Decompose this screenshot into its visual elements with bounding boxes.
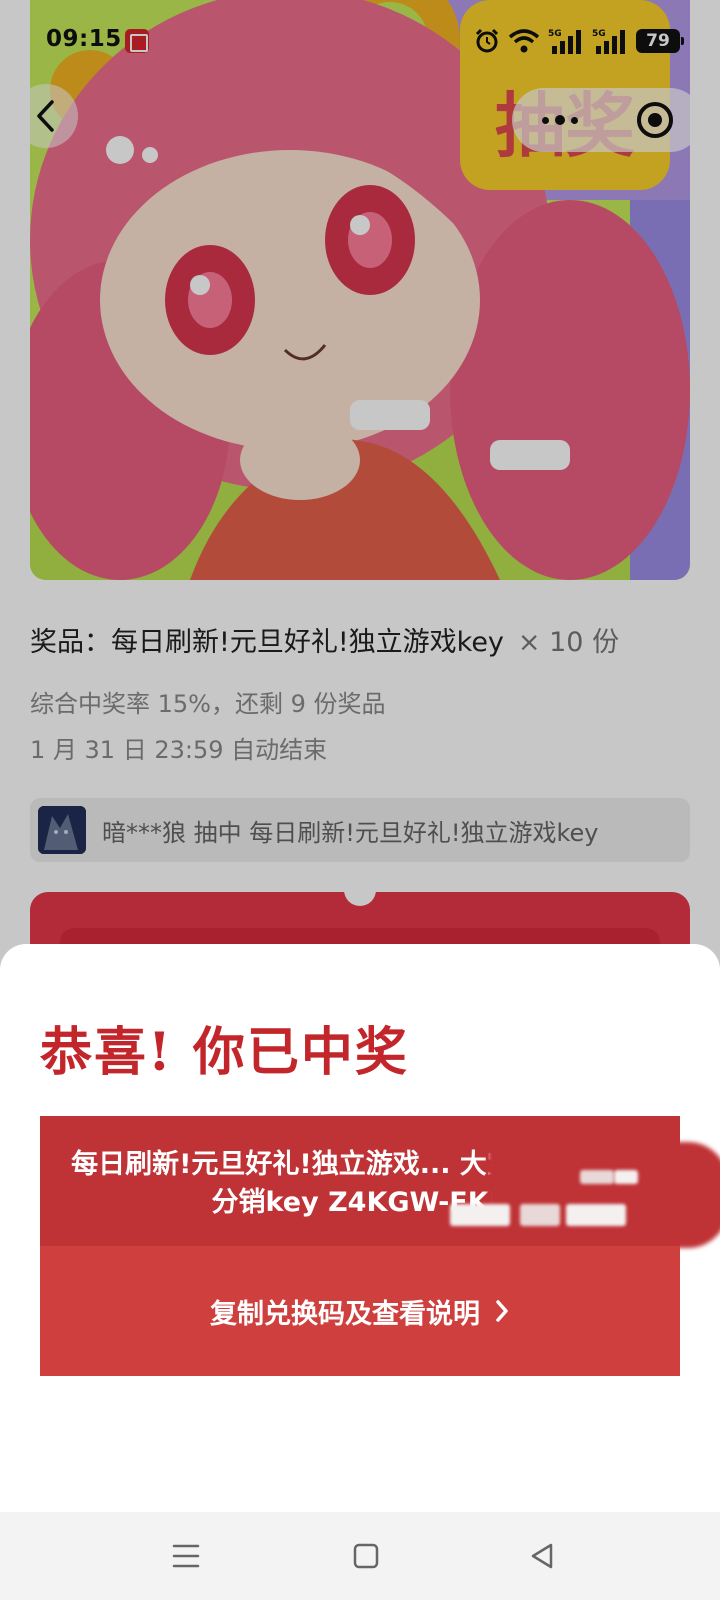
system-nav-bar — [0, 1512, 720, 1600]
system-back-button[interactable] — [512, 1530, 572, 1582]
copy-code-label: 复制兑换码及查看说明 — [210, 1298, 480, 1330]
home-button[interactable] — [336, 1530, 396, 1582]
code-blur-mask — [488, 1142, 720, 1248]
home-square-icon — [353, 1543, 379, 1569]
menu-icon — [172, 1544, 200, 1568]
win-result-sheet: 恭喜! 你已中奖 每日刷新!元旦好礼!独立游戏... 大宝贝回收公司 分销key… — [0, 944, 720, 1512]
recent-apps-button[interactable] — [156, 1530, 216, 1582]
chevron-right-icon — [496, 1300, 508, 1322]
prize-card: 每日刷新!元旦好礼!独立游戏... 大宝贝回收公司 分销key Z4KGW-FK… — [40, 1116, 720, 1376]
back-triangle-icon — [531, 1543, 553, 1569]
congrats-title: 恭喜! 你已中奖 — [40, 1022, 409, 1083]
copy-code-button[interactable]: 复制兑换码及查看说明 — [40, 1246, 680, 1376]
